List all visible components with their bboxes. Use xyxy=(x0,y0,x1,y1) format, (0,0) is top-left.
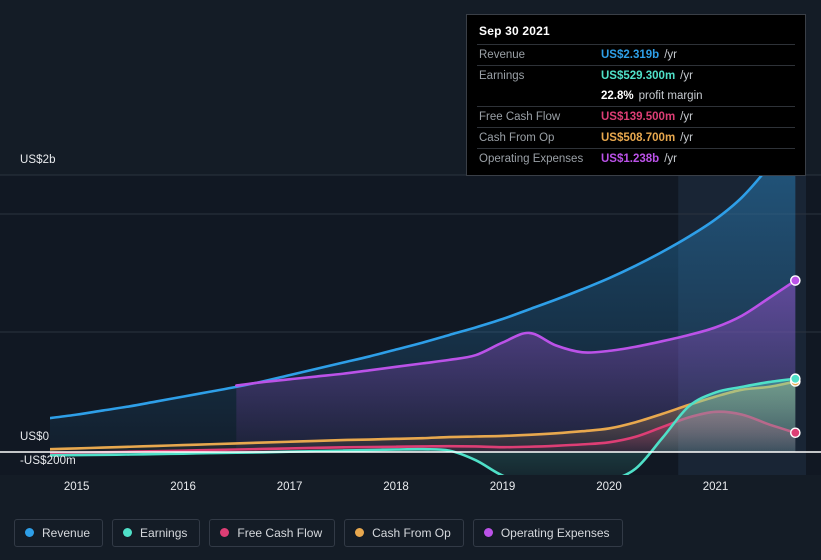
legend-item-cash-from-op[interactable]: Cash From Op xyxy=(344,518,464,547)
legend-item-label: Earnings xyxy=(140,525,188,540)
tooltip-row-suffix: /yr xyxy=(664,49,677,61)
tooltip-row-suffix: /yr xyxy=(664,153,677,165)
legend-swatch-icon xyxy=(123,528,133,537)
tooltip-row-label: Revenue xyxy=(479,49,526,61)
legend-swatch-icon xyxy=(483,528,493,537)
legend-item-label: Free Cash Flow xyxy=(237,525,323,540)
legend-swatch-icon xyxy=(355,528,365,537)
legend-swatch-icon xyxy=(25,528,34,537)
endpoint-marker-operating-expenses[interactable] xyxy=(790,275,801,286)
tooltip-date: Sep 30 2021 xyxy=(479,24,550,38)
legend-item-earnings[interactable]: Earnings xyxy=(112,518,201,547)
tooltip-row-suffix: /yr xyxy=(680,132,693,144)
y-axis-label-negative: -US$200m xyxy=(20,455,76,467)
x-axis-tick-2020: 2020 xyxy=(596,481,622,493)
endpoint-marker-earnings[interactable] xyxy=(790,373,801,385)
tooltip-row-value: US$1.238b xyxy=(601,153,660,165)
tooltip-row: Operating Expenses US$1.238b/yr xyxy=(477,148,795,169)
legend-item-free-cash-flow[interactable]: Free Cash Flow xyxy=(209,518,336,547)
legend-item-label: Revenue xyxy=(42,525,91,540)
tooltip-row: Cash From Op US$508.700m/yr xyxy=(477,127,795,148)
x-axis-tick-2021: 2021 xyxy=(702,481,729,493)
x-axis-tick-2018: 2018 xyxy=(383,481,409,493)
tooltip-row-label: Cash From Op xyxy=(479,132,555,144)
y-axis-label-top: US$2b xyxy=(20,154,56,166)
chart-legend: Revenue Earnings Free Cash Flow Cash From O… xyxy=(0,505,821,560)
tooltip-row-value: US$508.700m xyxy=(601,132,676,144)
tooltip-row: Earnings US$529.300m/yr xyxy=(477,65,795,86)
y-axis-label-zero: US$0 xyxy=(20,431,50,443)
legend-item-operating-expenses[interactable]: Operating Expenses xyxy=(472,518,623,547)
tooltip-row-label: Free Cash Flow xyxy=(479,111,561,123)
x-axis-tick-2017: 2017 xyxy=(276,481,303,493)
tooltip-row-value: US$2.319b xyxy=(601,49,660,61)
legend-item-revenue[interactable]: Revenue xyxy=(14,518,104,547)
tooltip-row-value: 22.8% xyxy=(601,90,634,102)
legend-item-label: Operating Expenses xyxy=(500,525,610,540)
tooltip-row-value: US$139.500m xyxy=(601,111,676,123)
tooltip-row-value: US$529.300m xyxy=(601,70,676,82)
tooltip-row: 22.8% profit margin xyxy=(477,86,795,106)
data-tooltip: Sep 30 2021 Revenue US$2.319b/yr Earnings U… xyxy=(466,14,806,176)
legend-swatch-icon xyxy=(220,528,230,537)
financial-chart-screenshot: US$2b US$0 -US$200m 2015 2016 2017 2018 2019… xyxy=(0,0,821,560)
tooltip-row: Free Cash Flow US$139.500m/yr xyxy=(477,106,795,127)
x-axis-tick-2019: 2019 xyxy=(489,481,516,493)
tooltip-row-label: Earnings xyxy=(479,70,525,82)
x-axis-tick-2016: 2016 xyxy=(170,481,196,493)
x-axis-tick-2015: 2015 xyxy=(63,481,90,493)
tooltip-row: Revenue US$2.319b/yr xyxy=(477,44,795,65)
tooltip-row-suffix: profit margin xyxy=(638,90,703,102)
tooltip-row-suffix: /yr xyxy=(680,111,693,123)
tooltip-row-label: Operating Expenses xyxy=(479,153,584,165)
tooltip-rows: Revenue US$2.319b/yr Earnings US$529.300m/y… xyxy=(477,44,795,169)
legend-item-label: Cash From Op xyxy=(372,525,451,540)
tooltip-row-suffix: /yr xyxy=(680,70,693,82)
endpoint-marker-free-cash-flow[interactable] xyxy=(790,427,801,439)
